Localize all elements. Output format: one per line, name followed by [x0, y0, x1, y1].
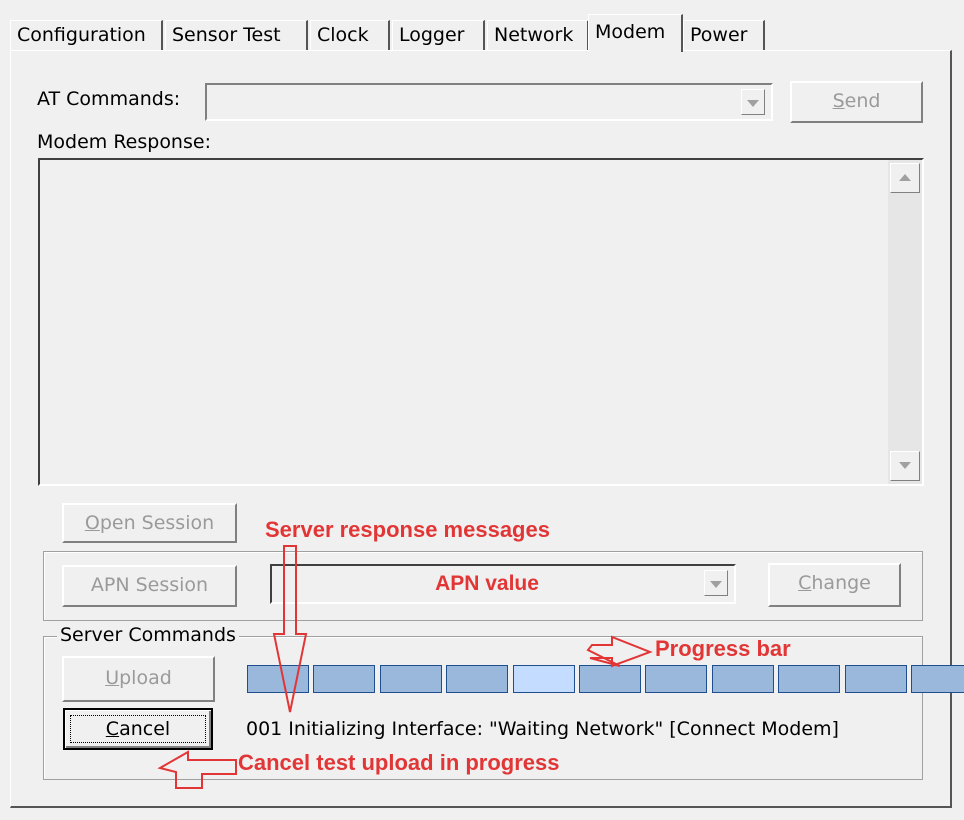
scroll-down-button[interactable] — [890, 451, 920, 481]
scroll-up-button[interactable] — [890, 163, 920, 193]
annotation-server-response: Server response messages — [265, 517, 550, 542]
apn-value: APN value — [435, 572, 539, 595]
upload-button[interactable]: Upload — [62, 656, 215, 702]
open-session-mnemonic: O — [84, 512, 100, 534]
apn-dropdown-button[interactable] — [704, 570, 728, 596]
progress-segment — [711, 665, 774, 693]
progress-segment — [778, 665, 841, 693]
apn-session-button[interactable]: APN Session — [62, 565, 237, 607]
progress-segment — [645, 665, 708, 693]
progress-segment — [247, 665, 309, 693]
tab-label: Power — [690, 24, 748, 46]
tab-power[interactable]: Power — [683, 20, 765, 50]
tab-label: Modem — [595, 21, 666, 43]
send-button-mnemonic: S — [832, 90, 845, 112]
change-mnemonic: C — [798, 572, 812, 594]
apn-session-label: APN Session — [90, 574, 209, 596]
modem-response-scrollbar[interactable] — [888, 160, 922, 484]
open-session-button[interactable]: Open Session — [62, 503, 237, 543]
tab-label: Clock — [317, 24, 369, 46]
annotation-progress-bar: Progress bar — [655, 636, 791, 661]
upload-mnemonic: U — [105, 667, 120, 689]
at-commands-combobox[interactable] — [205, 83, 773, 121]
chevron-down-icon — [899, 462, 911, 469]
progress-segment — [911, 665, 964, 693]
progress-bar — [247, 665, 964, 693]
progress-segment — [844, 665, 907, 693]
upload-label: pload — [119, 667, 172, 689]
tab-logger[interactable]: Logger — [392, 20, 485, 50]
progress-segment — [512, 665, 575, 693]
send-button[interactable]: Send — [790, 81, 923, 123]
tab-label: Logger — [399, 24, 465, 46]
modem-response-label: Modem Response: — [37, 131, 211, 153]
tab-label: Network — [494, 24, 574, 46]
tab-network[interactable]: Network — [487, 20, 589, 50]
change-label: hange — [811, 572, 871, 594]
open-session-label: pen Session — [99, 512, 215, 534]
chevron-down-icon — [710, 581, 722, 588]
annotation-cancel-upload: Cancel test upload in progress — [238, 750, 560, 775]
tab-label: Sensor Test — [172, 24, 281, 46]
progress-segment — [379, 665, 442, 693]
cancel-focus-rect — [70, 715, 206, 743]
chevron-down-icon — [747, 100, 759, 107]
at-commands-label: AT Commands: — [37, 88, 181, 110]
change-button[interactable]: Change — [768, 563, 901, 607]
tab-label: Configuration — [17, 24, 146, 46]
send-button-label: end — [844, 90, 881, 112]
tab-clock[interactable]: Clock — [310, 20, 390, 50]
tab-configuration[interactable]: Configuration — [10, 20, 163, 50]
at-commands-dropdown-button[interactable] — [741, 89, 765, 115]
progress-segment — [579, 665, 641, 693]
progress-segment — [313, 665, 376, 693]
server-commands-legend: Server Commands — [57, 624, 239, 646]
tab-modem[interactable]: Modem — [588, 14, 683, 52]
cancel-button[interactable]: Cancel — [63, 708, 213, 750]
progress-segment — [446, 665, 509, 693]
apn-combobox[interactable]: APN value — [270, 564, 736, 604]
modem-response-textarea[interactable] — [38, 158, 924, 486]
server-status-message: 001 Initializing Interface: "Waiting Net… — [246, 718, 839, 740]
tab-strip: Configuration Sensor Test Clock Logger N… — [10, 14, 950, 52]
chevron-up-icon — [899, 174, 911, 181]
tab-sensor-test[interactable]: Sensor Test — [165, 20, 308, 50]
